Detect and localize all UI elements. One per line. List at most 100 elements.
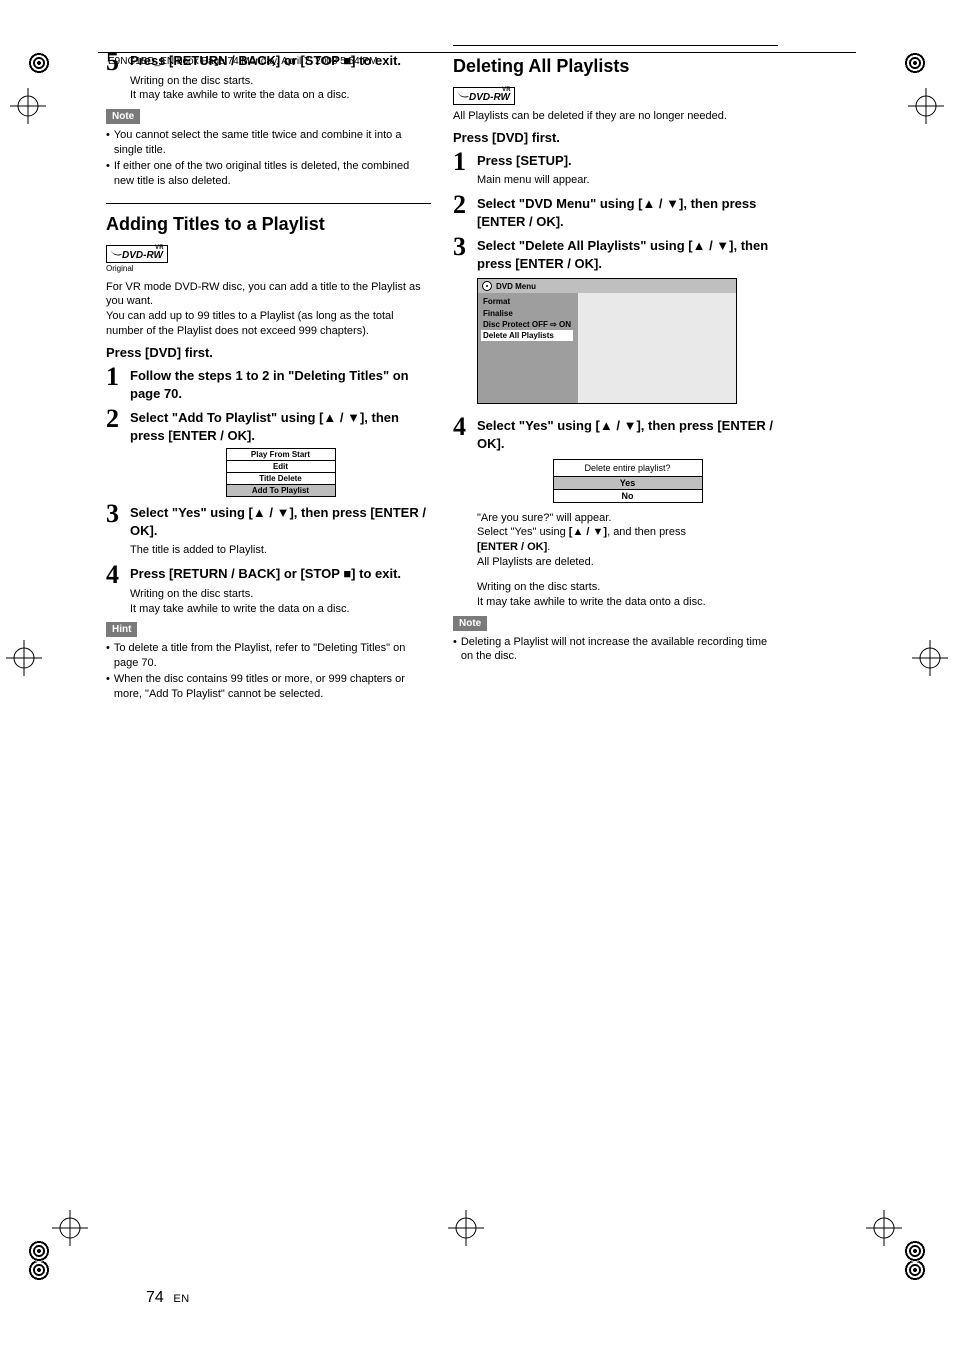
text-fragment: Select "Yes" using <box>477 526 569 538</box>
dvd-menu-item: Finalise <box>483 308 573 319</box>
disc-type-badge: DVD-RW VR <box>106 245 168 263</box>
printer-mark-icon <box>904 52 926 74</box>
right-column: Deleting All Playlists DVD-RW VR All Pla… <box>453 45 778 702</box>
crop-cross-icon <box>52 1210 88 1246</box>
menu-item-highlighted: Add To Playlist <box>227 485 335 496</box>
hint-item: To delete a title from the Playlist, ref… <box>114 641 431 671</box>
step-text: Writing on the disc starts. <box>477 580 778 595</box>
step-number: 4 <box>453 414 477 440</box>
text-fragment: "Are you sure?" will appear. <box>477 512 611 524</box>
text-fragment: , and then press <box>607 526 686 538</box>
dvd-menu-item-highlighted: Delete All Playlists <box>481 330 573 341</box>
step-heading: Select "Add To Playlist" using [▲ / ▼], … <box>130 409 431 444</box>
note-item: You cannot select the same title twice a… <box>114 128 431 158</box>
body-text: For VR mode DVD-RW disc, you can add a t… <box>106 280 431 310</box>
step-number: 3 <box>453 234 477 260</box>
step-text: Writing on the disc starts. <box>130 74 431 89</box>
step-number: 1 <box>453 149 477 175</box>
hint-item: When the disc contains 99 titles or more… <box>114 672 431 702</box>
dialog-title: Delete entire playlist? <box>554 460 702 476</box>
disc-icon <box>482 281 492 291</box>
step-text: Main menu will appear. <box>477 173 778 188</box>
text-fragment: All Playlists are deleted. <box>477 556 594 568</box>
step-text: Writing on the disc starts. <box>130 587 431 602</box>
note-list: You cannot select the same title twice a… <box>106 128 431 188</box>
crop-cross-icon <box>10 88 46 124</box>
printer-mark-icon <box>28 1259 50 1281</box>
step-text: It may take awhile to write the data on … <box>130 602 431 617</box>
crop-cross-icon <box>6 640 42 676</box>
note-label: Note <box>453 616 487 631</box>
step-heading: Select "Yes" using [▲ / ▼], then press [… <box>477 417 778 452</box>
section-rule <box>106 203 431 204</box>
step-text: The title is added to Playlist. <box>130 543 431 558</box>
menu-item: Edit <box>227 461 335 473</box>
dvd-menu-screen: DVD Menu Format Finalise Disc Protect OF… <box>477 278 737 404</box>
note-item: Deleting a Playlist will not increase th… <box>461 635 778 665</box>
step-number: 1 <box>106 364 130 390</box>
step-heading: Press [RETURN / BACK] or [STOP ■] to exi… <box>130 52 431 70</box>
disc-badge-sup: VR <box>155 245 164 251</box>
dialog-option-yes: Yes <box>554 476 702 489</box>
text-fragment: . <box>547 541 550 553</box>
body-text: All Playlists can be deleted if they are… <box>453 109 778 124</box>
disc-badge-caption: Original <box>106 264 168 273</box>
dvd-menu-content-area <box>578 293 736 403</box>
step-heading: Follow the steps 1 to 2 in "Deleting Tit… <box>130 367 431 402</box>
confirm-dialog: Delete entire playlist? Yes No <box>553 459 703 503</box>
disc-badge-sup: VR <box>502 87 511 93</box>
text-fragment-bold: [▲ / ▼] <box>569 526 607 538</box>
step-heading: Press [RETURN / BACK] or [STOP ■] to exi… <box>130 565 431 583</box>
disc-badge-text: DVD-RW <box>122 250 163 261</box>
hint-list: To delete a title from the Playlist, ref… <box>106 641 431 701</box>
disc-badge-text: DVD-RW <box>469 92 510 103</box>
disc-swoosh-icon <box>110 247 121 257</box>
disc-swoosh-icon <box>457 89 468 99</box>
note-label: Note <box>106 109 140 124</box>
step-text: It may take awhile to write the data ont… <box>477 595 778 610</box>
step-heading: Press [SETUP]. <box>477 152 778 170</box>
dvd-menu-header: DVD Menu <box>478 279 736 293</box>
step-number: 2 <box>106 406 130 432</box>
step-text: It may take awhile to write the data on … <box>130 88 431 103</box>
menu-item: Play From Start <box>227 449 335 461</box>
step-heading: Select "Yes" using [▲ / ▼], then press [… <box>130 504 431 539</box>
body-text: You can add up to 99 titles to a Playlis… <box>106 309 431 339</box>
dialog-option-no: No <box>554 489 702 502</box>
text-fragment-bold: [ENTER / OK] <box>477 541 547 553</box>
section-title: Adding Titles to a Playlist <box>106 214 431 235</box>
section-rule <box>453 45 778 46</box>
step-number: 4 <box>106 562 130 588</box>
step-heading: Select "Delete All Playlists" using [▲ /… <box>477 237 778 272</box>
preliminary-instruction: Press [DVD] first. <box>106 345 431 360</box>
dvd-menu-item: Format <box>483 296 573 307</box>
hint-label: Hint <box>106 622 137 637</box>
note-list: Deleting a Playlist will not increase th… <box>453 635 778 665</box>
dvd-menu-title: DVD Menu <box>496 282 536 291</box>
page-lang: EN <box>173 1293 189 1305</box>
crop-cross-icon <box>912 640 948 676</box>
step-number: 2 <box>453 192 477 218</box>
section-title: Deleting All Playlists <box>453 56 778 77</box>
disc-type-badge: DVD-RW VR <box>453 87 515 105</box>
step-heading: Select "DVD Menu" using [▲ / ▼], then pr… <box>477 195 778 230</box>
step-text: "Are you sure?" will appear. Select "Yes… <box>477 511 778 570</box>
step-number: 5 <box>106 49 130 75</box>
context-menu-graphic: Play From Start Edit Title Delete Add To… <box>226 448 336 497</box>
crop-cross-icon <box>448 1210 484 1246</box>
crop-cross-icon <box>908 88 944 124</box>
menu-item: Title Delete <box>227 473 335 485</box>
step-number: 3 <box>106 501 130 527</box>
dvd-menu-item: Disc Protect OFF ⇨ ON <box>483 319 573 330</box>
printer-mark-icon <box>28 52 50 74</box>
printer-mark-icon <box>904 1240 926 1262</box>
printer-mark-icon <box>904 1259 926 1281</box>
left-column: 5 Press [RETURN / BACK] or [STOP ■] to e… <box>106 45 431 702</box>
note-item: If either one of the two original titles… <box>114 159 431 189</box>
printer-mark-icon <box>28 1240 50 1262</box>
crop-cross-icon <box>866 1210 902 1246</box>
dvd-menu-sidebar: Format Finalise Disc Protect OFF ⇨ ON De… <box>478 293 578 403</box>
page-footer: 74 EN <box>146 1289 190 1307</box>
page-number: 74 <box>146 1289 164 1306</box>
preliminary-instruction: Press [DVD] first. <box>453 130 778 145</box>
